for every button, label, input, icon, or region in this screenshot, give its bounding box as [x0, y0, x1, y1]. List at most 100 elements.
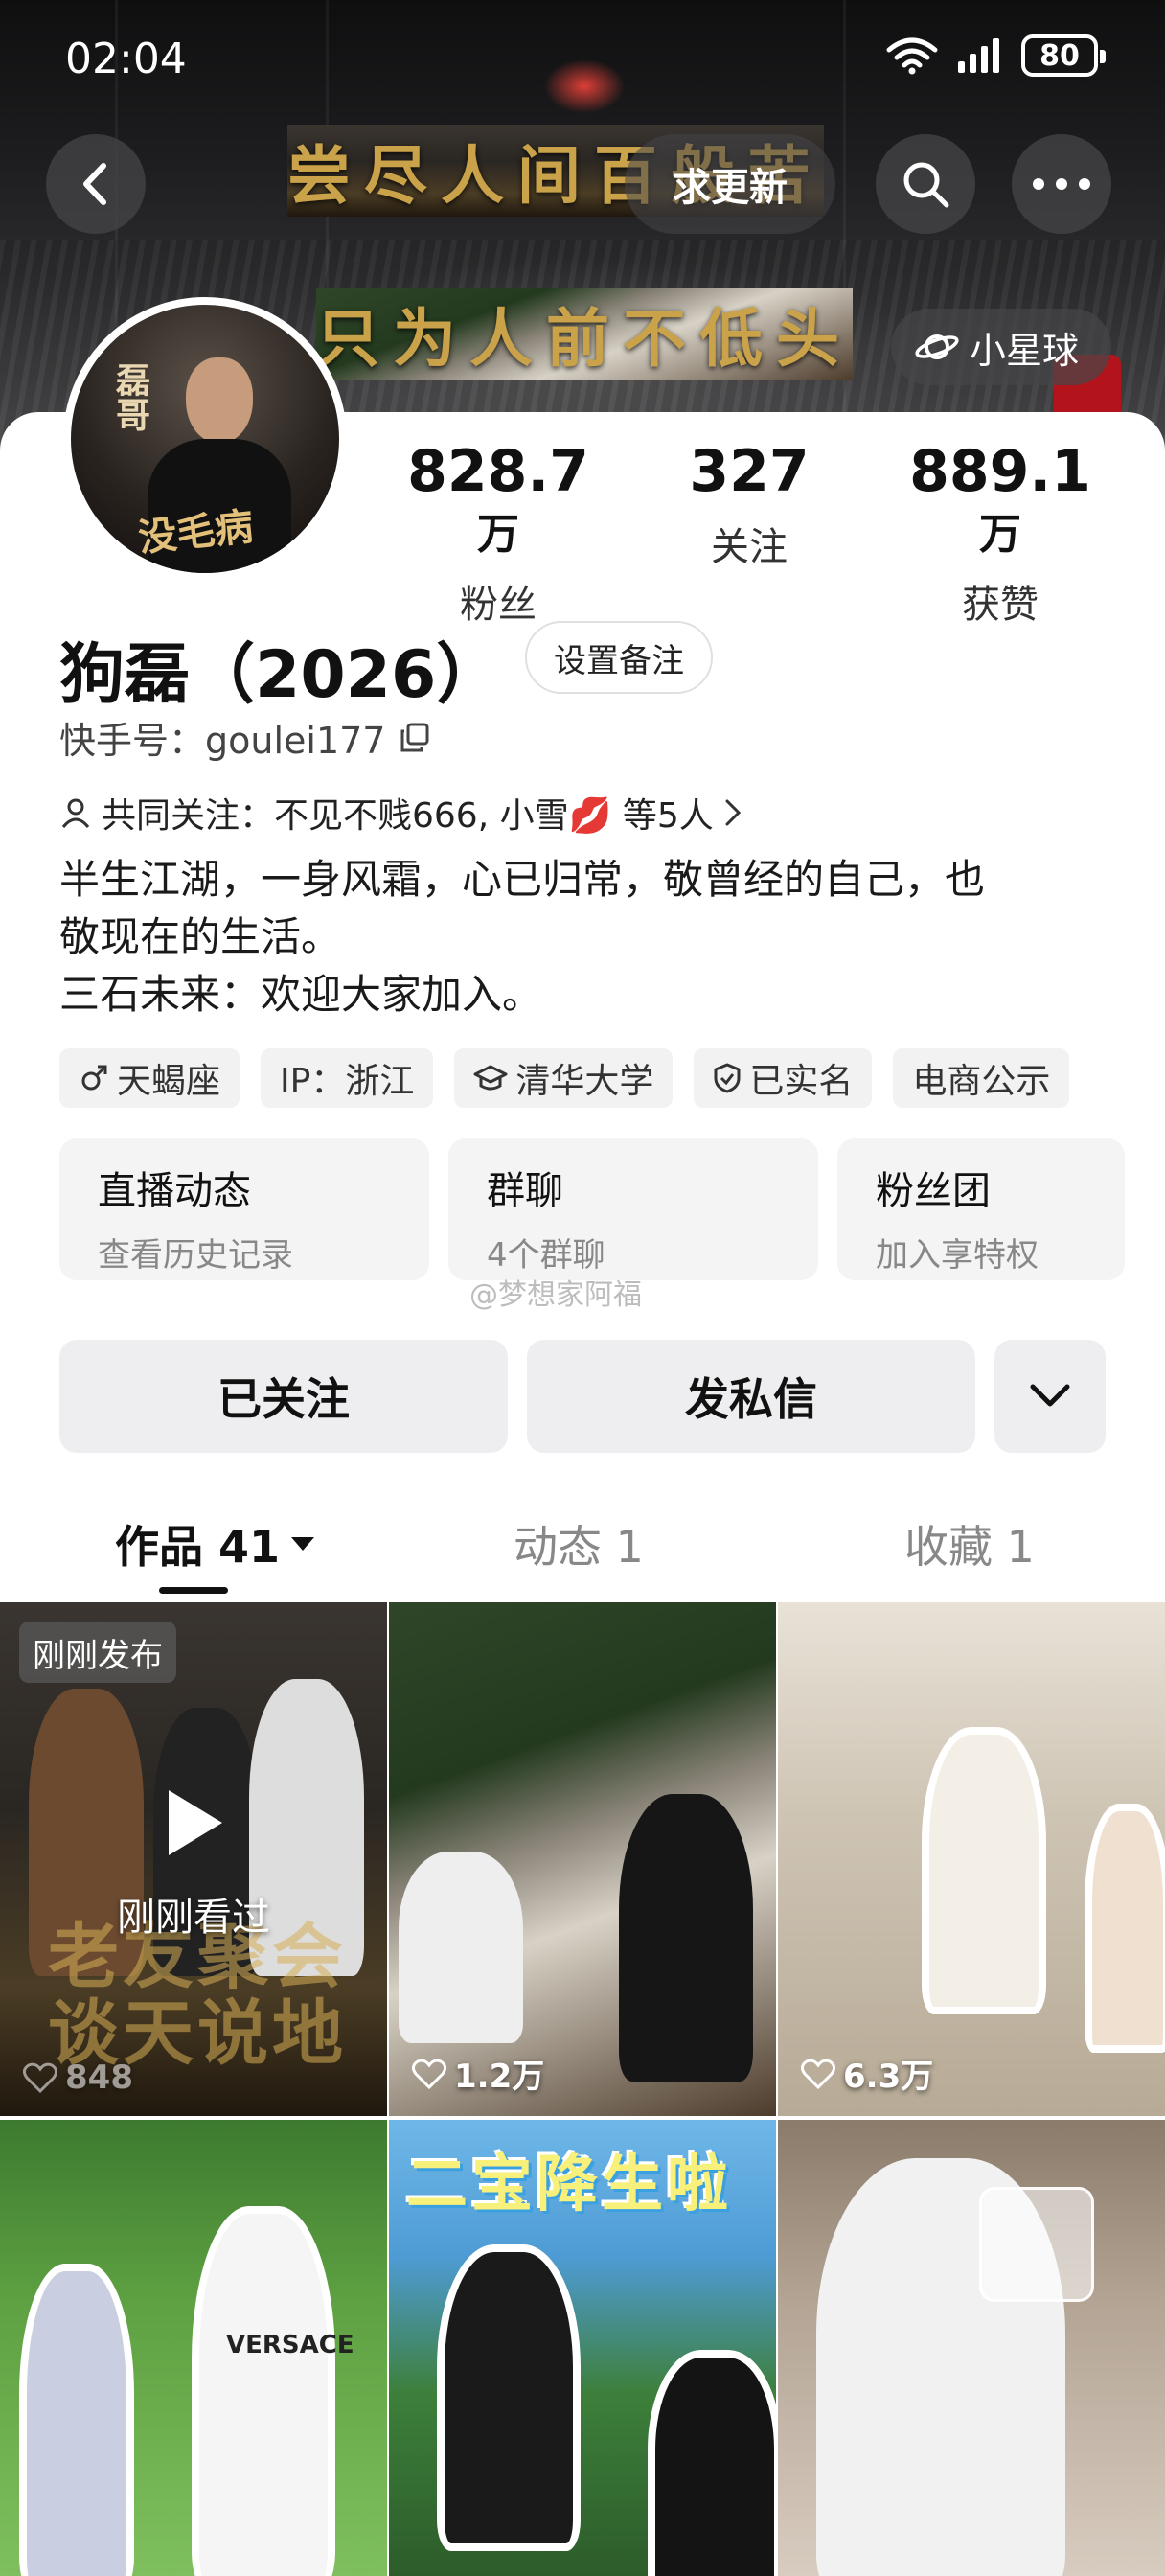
thumbnail-title: 二宝降生啦 [406, 2150, 732, 2220]
tag-ip[interactable]: IP：浙江 [261, 1048, 434, 1108]
heart-icon [23, 2062, 57, 2093]
stat-label: 关注 [711, 525, 788, 569]
signal-icon [958, 38, 999, 73]
bio-line: 三石未来：欢迎大家加入。 [59, 971, 543, 1018]
person-icon [61, 798, 90, 828]
stat-followers[interactable]: 828.7万 粉丝 [393, 443, 604, 629]
tag-ecommerce[interactable]: 电商公示 [893, 1048, 1070, 1108]
video-thumbnail[interactable]: 6.3万 [778, 1602, 1165, 2116]
feature-live[interactable]: 直播动态 查看历史记录 [59, 1138, 429, 1280]
stat-following[interactable]: 327 关注 [644, 443, 855, 571]
bio-line: 半生江湖，一身风霜，心已归常，敬曾经的自己，也 [59, 856, 986, 903]
shirt-print: VERSACE [226, 2331, 354, 2359]
shield-check-icon [714, 1063, 741, 1093]
kuaishou-id-text: 快手号：goulei177 [59, 720, 386, 762]
thumbnail-person [19, 2264, 134, 2576]
bio-line: 敬现在的生活。 [59, 913, 342, 960]
thumbnail-title: 老友聚会 谈天说地 [48, 1916, 347, 2075]
expand-button[interactable] [994, 1340, 1106, 1453]
stat-likes[interactable]: 889.1万 获赞 [895, 443, 1106, 629]
battery-indicator: 80 [1021, 34, 1106, 77]
search-button[interactable] [876, 134, 975, 234]
request-update-button[interactable]: 求更新 [625, 134, 835, 234]
chevron-left-icon [83, 163, 106, 205]
action-buttons: 已关注 发私信 [59, 1340, 1106, 1453]
heart-icon [412, 2058, 446, 2089]
tag-label: 清华大学 [515, 1062, 654, 1101]
feature-sub: 4个群聊 [487, 1236, 605, 1275]
followed-button[interactable]: 已关注 [59, 1340, 508, 1453]
just-viewed-label: 刚刚看过 [117, 1896, 270, 1940]
feature-title: 直播动态 [98, 1169, 251, 1213]
profile-name: 狗磊（2026） [59, 637, 502, 713]
thumbnail-person [648, 2350, 776, 2576]
thumbnail-person [619, 1794, 753, 2082]
video-grid: 老友聚会 谈天说地 刚刚发布 刚刚看过 848 1.2万 6.3万 VERSAC… [0, 1602, 1165, 2576]
stat-value: 327 [689, 438, 810, 505]
bio: 半生江湖，一身风霜，心已归常，敬曾经的自己，也 敬现在的生活。 三石未来：欢迎大… [59, 851, 1113, 1024]
feature-group-chat[interactable]: 群聊 4个群聊 [448, 1138, 818, 1280]
wifi-icon [886, 37, 938, 75]
content-tabs: 作品 41 动态 1 收藏 1 [0, 1495, 1165, 1600]
like-count-value: 6.3万 [843, 2058, 934, 2096]
just-posted-badge: 刚刚发布 [19, 1622, 176, 1683]
mutual-follow-text: 共同关注：不见不贱666, 小雪💋 等5人 [102, 796, 714, 836]
avatar-face [186, 357, 253, 444]
back-button[interactable] [46, 134, 146, 234]
like-count: 1.2万 [412, 2050, 544, 2097]
kuaishou-id: 快手号：goulei177 [59, 711, 431, 764]
caret-down-icon [291, 1537, 315, 1551]
video-thumbnail[interactable]: 老友聚会 谈天说地 刚刚发布 刚刚看过 848 [0, 1602, 387, 2116]
thumbnail-person [437, 2244, 581, 2551]
tag-label: 天蝎座 [117, 1062, 221, 1101]
glass-cup [979, 2187, 1094, 2302]
thumbnail-person [399, 1852, 523, 2043]
tab-moments[interactable]: 动态 1 [514, 1512, 644, 1576]
feature-title: 粉丝团 [876, 1169, 991, 1213]
like-count-value: 848 [65, 2058, 133, 2097]
avatar[interactable]: 磊哥 没毛病 [63, 297, 347, 581]
feature-fan-club[interactable]: 粉丝团 加入享特权 [837, 1138, 1125, 1280]
like-count: 6.3万 [801, 2050, 933, 2097]
tag-verified[interactable]: 已实名 [694, 1048, 873, 1108]
like-count-value: 1.2万 [454, 2058, 545, 2096]
feature-title: 群聊 [487, 1169, 563, 1213]
more-icon [1033, 178, 1090, 190]
set-remark-button[interactable]: 设置备注 [525, 621, 713, 694]
planet-label: 小星球 [970, 329, 1080, 372]
play-icon [169, 1790, 222, 1855]
planet-button[interactable]: 小星球 [891, 309, 1112, 385]
tag-school[interactable]: 清华大学 [454, 1048, 674, 1108]
tag-constellation[interactable]: 天蝎座 [59, 1048, 240, 1108]
message-button[interactable]: 发私信 [527, 1340, 975, 1453]
copy-icon[interactable] [399, 722, 431, 754]
tag-label: 已实名 [749, 1062, 854, 1101]
more-button[interactable] [1012, 134, 1111, 234]
tag-label: IP：浙江 [280, 1062, 415, 1101]
like-count: 848 [23, 2058, 133, 2097]
chevron-right-icon [725, 799, 741, 826]
tab-indicator [159, 1587, 228, 1594]
tab-label: 作品 41 [115, 1521, 281, 1573]
chevron-down-icon [1030, 1384, 1070, 1407]
mutual-follow-row[interactable]: 共同关注：不见不贱666, 小雪💋 等5人 [59, 788, 742, 838]
video-thumbnail[interactable]: 1.2万 [389, 1602, 776, 2116]
video-thumbnail[interactable]: VERSACE [0, 2120, 387, 2576]
status-icons: 80 [885, 34, 1106, 77]
graduation-cap-icon [473, 1065, 508, 1091]
tab-works[interactable]: 作品 41 [115, 1512, 316, 1576]
status-time: 02:04 [65, 34, 187, 83]
stat-value: 828.7万 [407, 438, 589, 559]
tag-list: 天蝎座 IP：浙江 清华大学 已实名 电商公示 [59, 1048, 1070, 1108]
avatar-name: 磊哥 [110, 362, 150, 431]
tag-label: 电商公示 [912, 1062, 1051, 1101]
planet-icon [915, 334, 959, 359]
video-thumbnail[interactable] [778, 2120, 1165, 2576]
video-thumbnail[interactable]: 二宝降生啦 [389, 2120, 776, 2576]
tab-favorites[interactable]: 收藏 1 [904, 1512, 1035, 1576]
banner-slogan-2: 只为人前不低头 [316, 288, 853, 380]
thumbnail-person [192, 2206, 335, 2576]
male-icon [81, 1065, 107, 1091]
watermark: @梦想家阿福 [469, 1278, 642, 1312]
thumbnail-person [922, 1727, 1046, 2014]
